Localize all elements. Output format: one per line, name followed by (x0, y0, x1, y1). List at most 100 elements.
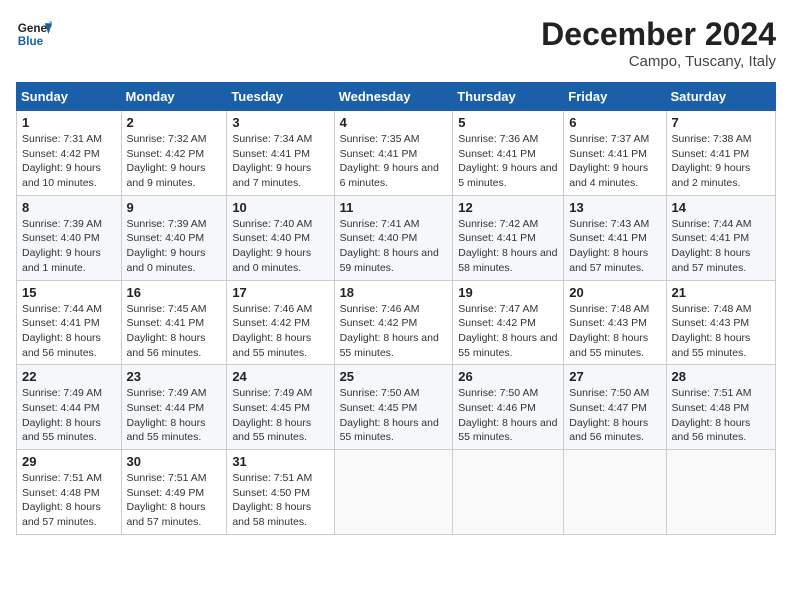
day-info: Sunrise: 7:34 AM Sunset: 4:41 PM Dayligh… (232, 132, 328, 191)
day-number: 22 (22, 369, 116, 384)
day-number: 12 (458, 200, 558, 215)
day-number: 10 (232, 200, 328, 215)
calendar-row: 15 Sunrise: 7:44 AM Sunset: 4:41 PM Dayl… (17, 280, 776, 365)
calendar-table: Sunday Monday Tuesday Wednesday Thursday… (16, 82, 776, 535)
col-saturday: Saturday (666, 83, 775, 111)
day-info: Sunrise: 7:45 AM Sunset: 4:41 PM Dayligh… (127, 302, 222, 361)
day-number: 8 (22, 200, 116, 215)
day-info: Sunrise: 7:39 AM Sunset: 4:40 PM Dayligh… (22, 217, 116, 276)
col-tuesday: Tuesday (227, 83, 334, 111)
day-cell-30: 30 Sunrise: 7:51 AM Sunset: 4:49 PM Dayl… (121, 450, 227, 535)
day-info: Sunrise: 7:39 AM Sunset: 4:40 PM Dayligh… (127, 217, 222, 276)
day-info: Sunrise: 7:41 AM Sunset: 4:40 PM Dayligh… (340, 217, 448, 276)
day-number: 16 (127, 285, 222, 300)
day-cell-27: 27 Sunrise: 7:50 AM Sunset: 4:47 PM Dayl… (564, 365, 666, 450)
day-cell-19: 19 Sunrise: 7:47 AM Sunset: 4:42 PM Dayl… (453, 280, 564, 365)
day-info: Sunrise: 7:50 AM Sunset: 4:45 PM Dayligh… (340, 386, 448, 445)
col-sunday: Sunday (17, 83, 122, 111)
day-number: 3 (232, 115, 328, 130)
col-thursday: Thursday (453, 83, 564, 111)
day-info: Sunrise: 7:46 AM Sunset: 4:42 PM Dayligh… (232, 302, 328, 361)
day-info: Sunrise: 7:51 AM Sunset: 4:48 PM Dayligh… (22, 471, 116, 530)
day-info: Sunrise: 7:38 AM Sunset: 4:41 PM Dayligh… (672, 132, 770, 191)
day-info: Sunrise: 7:40 AM Sunset: 4:40 PM Dayligh… (232, 217, 328, 276)
day-cell-31: 31 Sunrise: 7:51 AM Sunset: 4:50 PM Dayl… (227, 450, 334, 535)
day-info: Sunrise: 7:44 AM Sunset: 4:41 PM Dayligh… (22, 302, 116, 361)
day-info: Sunrise: 7:31 AM Sunset: 4:42 PM Dayligh… (22, 132, 116, 191)
day-info: Sunrise: 7:50 AM Sunset: 4:46 PM Dayligh… (458, 386, 558, 445)
day-cell-10: 10 Sunrise: 7:40 AM Sunset: 4:40 PM Dayl… (227, 195, 334, 280)
day-cell-21: 21 Sunrise: 7:48 AM Sunset: 4:43 PM Dayl… (666, 280, 775, 365)
month-year: December 2024 (541, 16, 776, 53)
day-number: 21 (672, 285, 770, 300)
column-headers: Sunday Monday Tuesday Wednesday Thursday… (17, 83, 776, 111)
day-cell-26: 26 Sunrise: 7:50 AM Sunset: 4:46 PM Dayl… (453, 365, 564, 450)
day-info: Sunrise: 7:36 AM Sunset: 4:41 PM Dayligh… (458, 132, 558, 191)
calendar-row: 22 Sunrise: 7:49 AM Sunset: 4:44 PM Dayl… (17, 365, 776, 450)
day-cell-5: 5 Sunrise: 7:36 AM Sunset: 4:41 PM Dayli… (453, 111, 564, 196)
empty-cell (334, 450, 453, 535)
day-number: 24 (232, 369, 328, 384)
day-cell-23: 23 Sunrise: 7:49 AM Sunset: 4:44 PM Dayl… (121, 365, 227, 450)
day-cell-13: 13 Sunrise: 7:43 AM Sunset: 4:41 PM Dayl… (564, 195, 666, 280)
empty-cell (453, 450, 564, 535)
day-info: Sunrise: 7:49 AM Sunset: 4:45 PM Dayligh… (232, 386, 328, 445)
empty-cell (666, 450, 775, 535)
day-cell-18: 18 Sunrise: 7:46 AM Sunset: 4:42 PM Dayl… (334, 280, 453, 365)
day-cell-7: 7 Sunrise: 7:38 AM Sunset: 4:41 PM Dayli… (666, 111, 775, 196)
day-info: Sunrise: 7:46 AM Sunset: 4:42 PM Dayligh… (340, 302, 448, 361)
day-cell-12: 12 Sunrise: 7:42 AM Sunset: 4:41 PM Dayl… (453, 195, 564, 280)
day-info: Sunrise: 7:48 AM Sunset: 4:43 PM Dayligh… (672, 302, 770, 361)
day-cell-1: 1 Sunrise: 7:31 AM Sunset: 4:42 PM Dayli… (17, 111, 122, 196)
day-number: 2 (127, 115, 222, 130)
day-cell-8: 8 Sunrise: 7:39 AM Sunset: 4:40 PM Dayli… (17, 195, 122, 280)
day-number: 15 (22, 285, 116, 300)
day-info: Sunrise: 7:49 AM Sunset: 4:44 PM Dayligh… (127, 386, 222, 445)
day-number: 1 (22, 115, 116, 130)
day-number: 6 (569, 115, 660, 130)
day-cell-15: 15 Sunrise: 7:44 AM Sunset: 4:41 PM Dayl… (17, 280, 122, 365)
calendar-row: 29 Sunrise: 7:51 AM Sunset: 4:48 PM Dayl… (17, 450, 776, 535)
day-number: 4 (340, 115, 448, 130)
day-info: Sunrise: 7:51 AM Sunset: 4:50 PM Dayligh… (232, 471, 328, 530)
logo-icon: General Blue (16, 16, 52, 52)
day-number: 29 (22, 454, 116, 469)
day-cell-22: 22 Sunrise: 7:49 AM Sunset: 4:44 PM Dayl… (17, 365, 122, 450)
day-info: Sunrise: 7:50 AM Sunset: 4:47 PM Dayligh… (569, 386, 660, 445)
day-cell-11: 11 Sunrise: 7:41 AM Sunset: 4:40 PM Dayl… (334, 195, 453, 280)
day-number: 26 (458, 369, 558, 384)
calendar-row: 8 Sunrise: 7:39 AM Sunset: 4:40 PM Dayli… (17, 195, 776, 280)
location: Campo, Tuscany, Italy (541, 53, 776, 70)
day-cell-2: 2 Sunrise: 7:32 AM Sunset: 4:42 PM Dayli… (121, 111, 227, 196)
calendar-row: 1 Sunrise: 7:31 AM Sunset: 4:42 PM Dayli… (17, 111, 776, 196)
title-block: December 2024 Campo, Tuscany, Italy (541, 16, 776, 70)
day-cell-14: 14 Sunrise: 7:44 AM Sunset: 4:41 PM Dayl… (666, 195, 775, 280)
day-number: 30 (127, 454, 222, 469)
col-monday: Monday (121, 83, 227, 111)
page-header: General Blue December 2024 Campo, Tuscan… (16, 16, 776, 70)
day-number: 20 (569, 285, 660, 300)
day-info: Sunrise: 7:42 AM Sunset: 4:41 PM Dayligh… (458, 217, 558, 276)
day-number: 7 (672, 115, 770, 130)
day-number: 9 (127, 200, 222, 215)
day-number: 23 (127, 369, 222, 384)
day-number: 18 (340, 285, 448, 300)
day-info: Sunrise: 7:51 AM Sunset: 4:49 PM Dayligh… (127, 471, 222, 530)
day-info: Sunrise: 7:32 AM Sunset: 4:42 PM Dayligh… (127, 132, 222, 191)
day-number: 14 (672, 200, 770, 215)
day-number: 5 (458, 115, 558, 130)
day-number: 17 (232, 285, 328, 300)
day-number: 11 (340, 200, 448, 215)
day-info: Sunrise: 7:51 AM Sunset: 4:48 PM Dayligh… (672, 386, 770, 445)
day-cell-17: 17 Sunrise: 7:46 AM Sunset: 4:42 PM Dayl… (227, 280, 334, 365)
day-number: 13 (569, 200, 660, 215)
day-info: Sunrise: 7:35 AM Sunset: 4:41 PM Dayligh… (340, 132, 448, 191)
logo: General Blue (16, 16, 52, 52)
day-cell-25: 25 Sunrise: 7:50 AM Sunset: 4:45 PM Dayl… (334, 365, 453, 450)
day-cell-4: 4 Sunrise: 7:35 AM Sunset: 4:41 PM Dayli… (334, 111, 453, 196)
col-friday: Friday (564, 83, 666, 111)
day-info: Sunrise: 7:43 AM Sunset: 4:41 PM Dayligh… (569, 217, 660, 276)
day-cell-16: 16 Sunrise: 7:45 AM Sunset: 4:41 PM Dayl… (121, 280, 227, 365)
day-cell-20: 20 Sunrise: 7:48 AM Sunset: 4:43 PM Dayl… (564, 280, 666, 365)
day-cell-3: 3 Sunrise: 7:34 AM Sunset: 4:41 PM Dayli… (227, 111, 334, 196)
